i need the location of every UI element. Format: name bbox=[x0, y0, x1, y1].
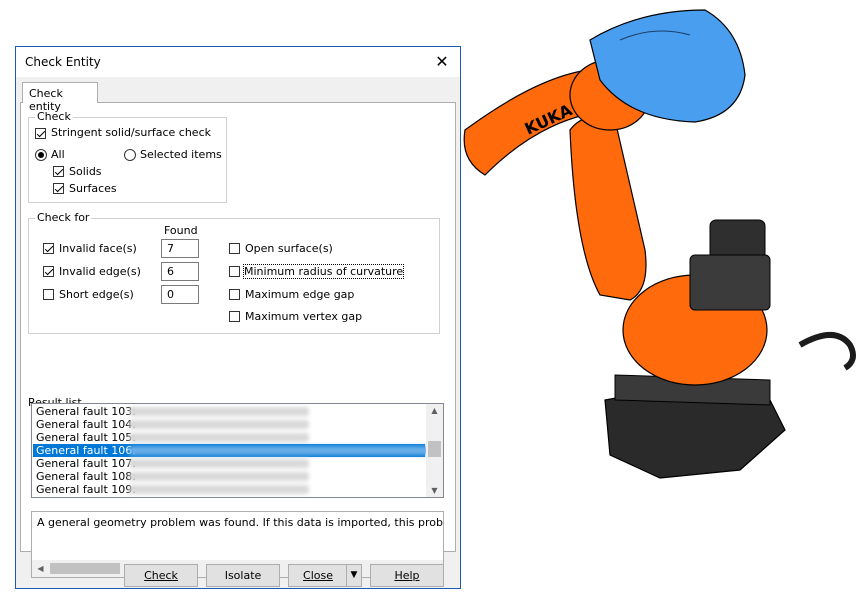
tab-check-entity[interactable]: Check entity bbox=[22, 82, 98, 113]
close-icon[interactable]: ✕ bbox=[432, 52, 452, 72]
max-edge-gap-label: Maximum edge gap bbox=[245, 288, 355, 301]
stringent-checkbox[interactable] bbox=[35, 128, 46, 139]
max-vertex-gap-label: Maximum vertex gap bbox=[245, 310, 363, 323]
found-header: Found bbox=[164, 224, 198, 237]
scroll-up-icon[interactable]: ▲ bbox=[426, 406, 443, 415]
invalid-edges-checkbox[interactable] bbox=[43, 266, 54, 277]
scroll-thumb[interactable] bbox=[428, 441, 441, 457]
invalid-edges-found: 6 bbox=[161, 262, 199, 281]
short-edges-checkbox[interactable] bbox=[43, 289, 54, 300]
scroll-down-icon[interactable]: ▼ bbox=[426, 486, 443, 495]
check-group: Check Stringent solid/surface check All … bbox=[28, 110, 227, 203]
scroll-left-icon[interactable]: ◀ bbox=[32, 564, 49, 573]
selected-items-label: Selected items bbox=[140, 148, 222, 161]
tab-label: Check entity bbox=[29, 87, 63, 113]
hscroll-thumb[interactable] bbox=[50, 563, 120, 574]
list-item[interactable]: General fault 107: bbox=[33, 457, 425, 470]
invalid-faces-checkbox[interactable] bbox=[43, 243, 54, 254]
result-list-scrollbar[interactable]: ▲ ▼ bbox=[426, 404, 443, 497]
selected-items-radio[interactable] bbox=[124, 149, 136, 161]
check-for-group-label: Check for bbox=[35, 211, 92, 224]
check-entity-dialog: Check Entity ✕ Check entity Check String… bbox=[15, 46, 461, 589]
surfaces-checkbox[interactable] bbox=[53, 183, 64, 194]
close-button[interactable]: Close ▼ bbox=[288, 564, 362, 587]
help-button[interactable]: Help bbox=[370, 564, 444, 587]
result-listbox[interactable]: General fault 103: General fault 104: Ge… bbox=[31, 403, 444, 498]
invalid-faces-label: Invalid face(s) bbox=[59, 242, 137, 255]
dropdown-arrow-icon[interactable]: ▼ bbox=[346, 565, 361, 586]
check-button[interactable]: Check bbox=[124, 564, 198, 587]
list-item[interactable]: General fault 108: bbox=[33, 470, 425, 483]
all-label: All bbox=[51, 148, 65, 161]
max-edge-gap-checkbox[interactable] bbox=[229, 289, 240, 300]
all-radio[interactable] bbox=[35, 149, 47, 161]
solids-label: Solids bbox=[69, 165, 102, 178]
open-surfaces-checkbox[interactable] bbox=[229, 243, 240, 254]
invalid-faces-found: 7 bbox=[161, 239, 199, 258]
min-radius-label: Minimum radius of curvature bbox=[242, 264, 405, 279]
dialog-titlebar[interactable]: Check Entity ✕ bbox=[16, 47, 460, 77]
stringent-label: Stringent solid/surface check bbox=[51, 126, 211, 139]
solids-checkbox[interactable] bbox=[53, 166, 64, 177]
isolate-button[interactable]: Isolate bbox=[206, 564, 280, 587]
list-item[interactable]: General fault 104: bbox=[33, 418, 425, 431]
max-vertex-gap-checkbox[interactable] bbox=[229, 311, 240, 322]
list-item-selected[interactable]: General fault 106: bbox=[33, 444, 429, 457]
surfaces-label: Surfaces bbox=[69, 182, 117, 195]
short-edges-label: Short edge(s) bbox=[59, 288, 134, 301]
min-radius-checkbox[interactable] bbox=[229, 266, 240, 277]
invalid-edges-label: Invalid edge(s) bbox=[59, 265, 141, 278]
tab-panel: Check Stringent solid/surface check All … bbox=[20, 102, 456, 578]
description-text: A general geometry problem was found. If… bbox=[37, 516, 444, 529]
list-item[interactable]: General fault 105: bbox=[33, 431, 425, 444]
dialog-title: Check Entity bbox=[25, 55, 101, 69]
list-item[interactable]: General fault 103: bbox=[33, 405, 425, 418]
open-surfaces-label: Open surface(s) bbox=[245, 242, 333, 255]
short-edges-found: 0 bbox=[161, 285, 199, 304]
list-item[interactable]: General fault 109: bbox=[33, 483, 425, 496]
robot-arm-model[interactable]: KUKA bbox=[440, 0, 860, 490]
check-for-group: Check for Found Invalid face(s) 7 Invali… bbox=[28, 211, 440, 334]
